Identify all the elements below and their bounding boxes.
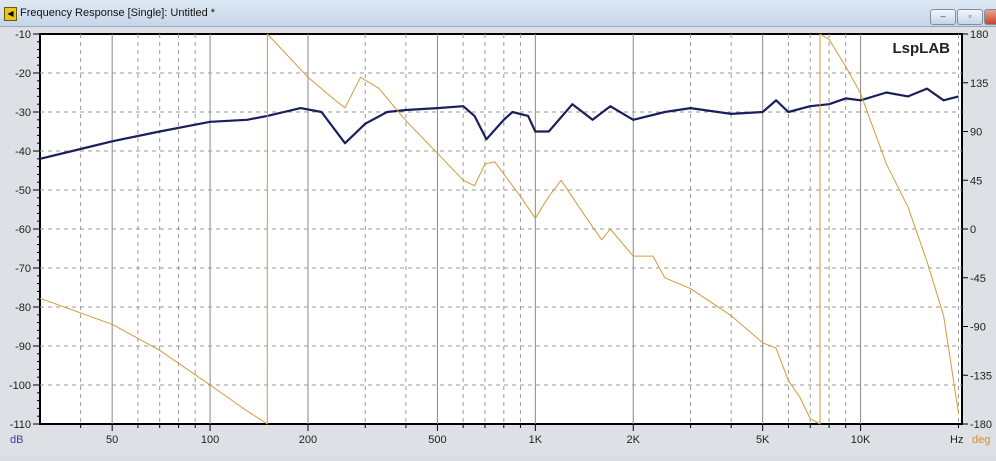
y-tick-label: -40 [15, 146, 31, 158]
speaker-icon: ◀ [4, 7, 17, 21]
window-title: Frequency Response [Single]: Untitled * [20, 7, 216, 19]
x-axis-label: Hz [950, 434, 963, 446]
y-tick-label: -50 [15, 185, 31, 197]
y-tick-label: -80 [15, 302, 31, 314]
close-button[interactable]: x [984, 9, 996, 25]
x-tick-label: 10K [851, 434, 871, 446]
x-tick-label: 50 [106, 434, 118, 446]
y-axis-label: dB [10, 434, 23, 446]
y2-tick-label: 135 [970, 78, 988, 90]
y-tick-label: -30 [15, 107, 31, 119]
y2-tick-label: -135 [970, 370, 992, 382]
x-tick-label: 1K [529, 434, 543, 446]
y2-tick-label: -90 [970, 322, 986, 334]
y-tick-label: -90 [15, 341, 31, 353]
y-tick-label: -60 [15, 224, 31, 236]
y2-tick-label: 180 [970, 29, 988, 41]
chart-title-logo: LspLAB [893, 40, 951, 57]
y-tick-label: -20 [15, 68, 31, 80]
x-tick-label: 200 [299, 434, 317, 446]
frequency-response-chart: -10 -20 -30 -40 -50 -60 -70 -80 -90 -100 -110 180 13… [9, 29, 992, 446]
y-tick-label: -70 [15, 263, 31, 275]
y2-tick-label: 45 [970, 175, 982, 187]
x-tick-label: 100 [201, 434, 219, 446]
y2-tick-label: -45 [970, 273, 986, 285]
y2-axis-label: deg [972, 434, 990, 446]
chart-panel: -10 -20 -30 -40 -50 -60 -70 -80 -90 -100 -110 180 13… [0, 27, 996, 456]
y2-tick-label: 0 [970, 224, 976, 236]
x-tick-label: 5K [756, 434, 770, 446]
x-tick-label: 500 [428, 434, 446, 446]
y-tick-label: -110 [10, 419, 31, 431]
y-tick-label: -10 [15, 29, 31, 41]
maximize-button[interactable]: ▫ [957, 9, 983, 25]
title-bar: ◀ Frequency Response [Single]: Untitled … [0, 0, 996, 27]
x-tick-label: 2K [627, 434, 641, 446]
y2-tick-label: -180 [970, 419, 992, 431]
minimize-button[interactable]: – [930, 9, 956, 25]
y2-tick-label: 90 [970, 127, 982, 139]
y-tick-label: -100 [9, 380, 31, 392]
